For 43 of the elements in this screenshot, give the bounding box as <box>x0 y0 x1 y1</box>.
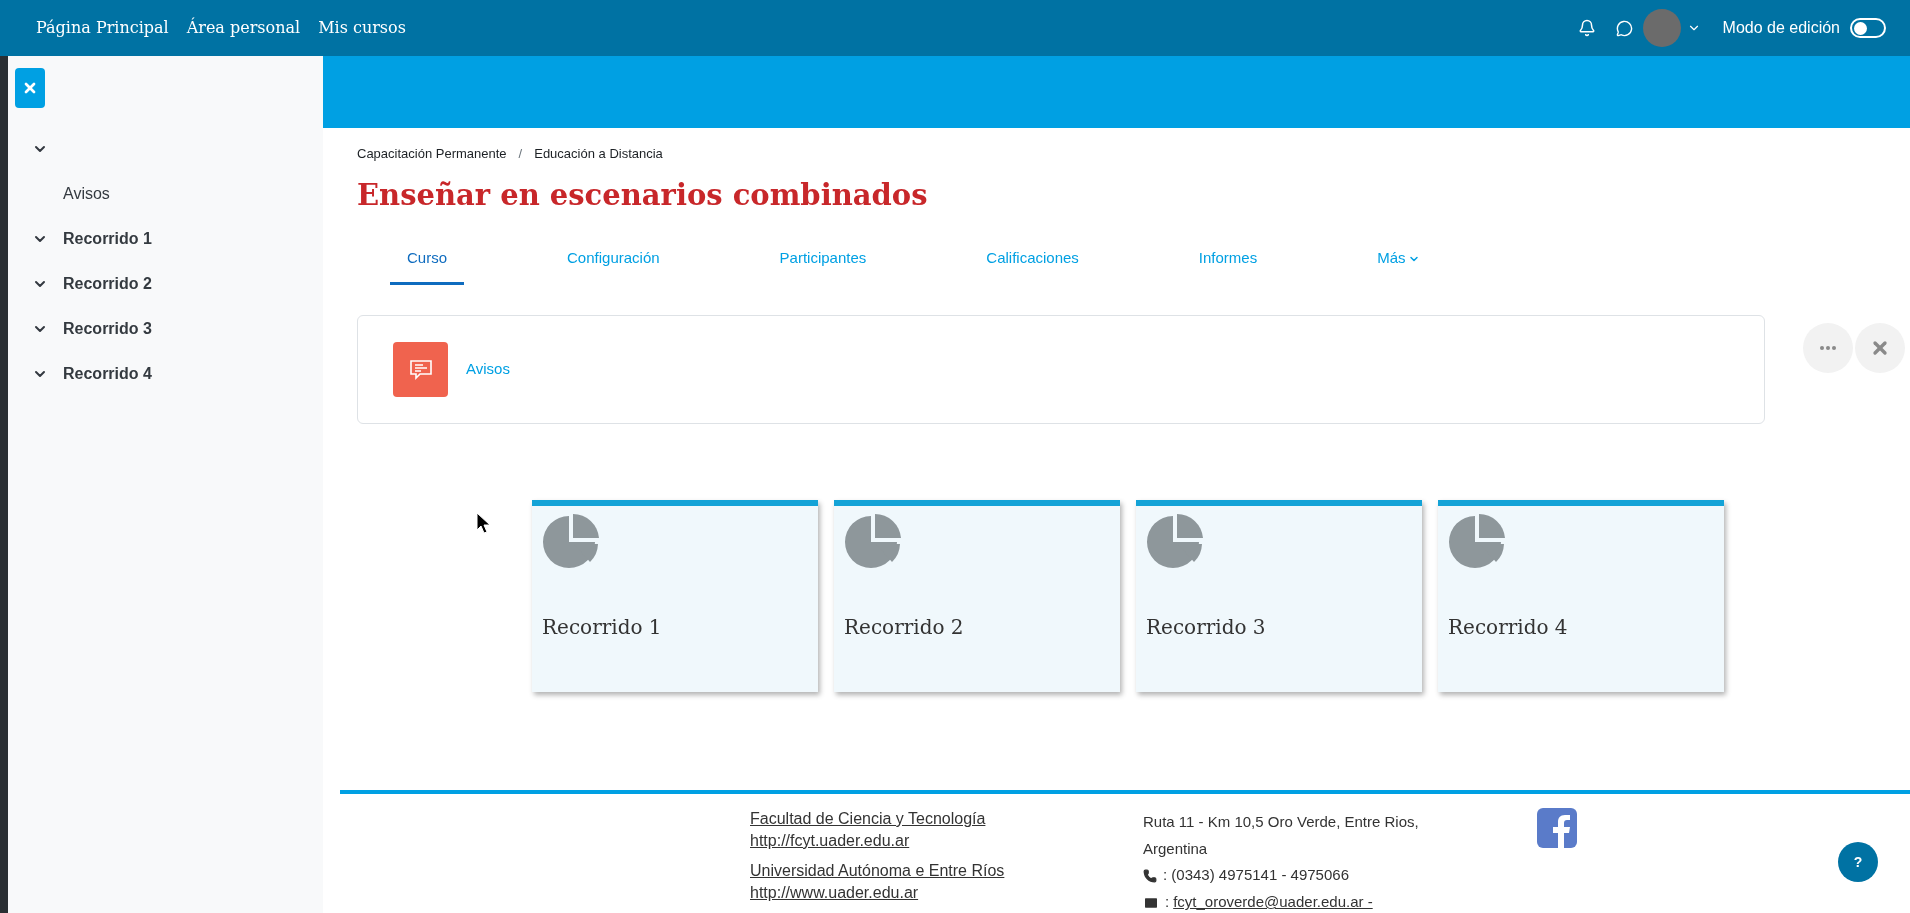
bell-icon[interactable] <box>1577 19 1596 37</box>
section-card[interactable]: Recorrido 4 <box>1438 500 1724 692</box>
breadcrumb-link[interactable]: Capacitación Permanente <box>357 144 507 164</box>
section-title: Recorrido 2 <box>844 614 965 641</box>
nav-link[interactable]: Mis cursos <box>318 16 406 40</box>
activity-link[interactable]: Avisos <box>63 181 110 206</box>
mouse-pointer-icon <box>476 512 492 534</box>
close-icon <box>1870 338 1890 358</box>
forum-icon <box>393 342 448 397</box>
facebook-icon[interactable] <box>1537 808 1577 848</box>
phone-text: : (0343) 4975141 - 4975066 <box>1163 865 1349 886</box>
nav-link[interactable]: Área personal <box>186 16 301 40</box>
more-icon <box>1820 346 1836 350</box>
footer-link[interactable]: Facultad de Ciencia y Tecnología <box>750 808 1143 830</box>
address-text: Ruta 11 - Km 10,5 Oro Verde, Entre Rios, Argentina <box>1143 812 1420 859</box>
section-link[interactable]: Recorrido 2 <box>63 271 152 296</box>
section-card[interactable]: Recorrido 1 <box>532 500 818 692</box>
nav-link[interactable]: Página Principal <box>36 16 169 40</box>
breadcrumb-link[interactable]: Educación a Distancia <box>534 144 663 164</box>
section-title: Recorrido 4 <box>1448 614 1569 641</box>
section-link[interactable]: Recorrido 1 <box>63 226 152 251</box>
edit-mode-label: Modo de edición <box>1722 18 1840 38</box>
close-button[interactable] <box>1855 323 1905 373</box>
footer-link[interactable]: Universidad Autónoma e Entre Ríos <box>750 860 1143 882</box>
close-icon <box>22 80 38 96</box>
course-tab[interactable]: Curso <box>390 235 464 285</box>
footer-link[interactable]: http://fcyt.uader.edu.ar <box>750 830 1143 852</box>
breadcrumb-separator: / <box>518 145 523 163</box>
email-link[interactable]: fcyt_oroverde@uader.edu.ar - <box>1173 891 1373 913</box>
section-title: Recorrido 1 <box>542 614 663 641</box>
footer-link[interactable]: http://www.uader.edu.ar <box>750 882 1143 904</box>
chat-icon[interactable] <box>1615 19 1633 37</box>
course-title: Enseñar en escenarios combinados <box>357 176 929 214</box>
help-button[interactable]: ? <box>1838 842 1878 882</box>
section-link[interactable]: Recorrido 4 <box>63 361 152 386</box>
section-card[interactable]: Recorrido 3 <box>1136 500 1422 692</box>
section-title: Recorrido 3 <box>1146 614 1267 641</box>
edit-mode-switch[interactable] <box>1850 18 1886 38</box>
phone-icon <box>1143 868 1157 883</box>
section-link[interactable]: Recorrido 3 <box>63 316 152 341</box>
section-card[interactable]: Recorrido 2 <box>834 500 1120 692</box>
close-drawer-button[interactable] <box>15 68 45 108</box>
email-label: : <box>1165 892 1170 913</box>
